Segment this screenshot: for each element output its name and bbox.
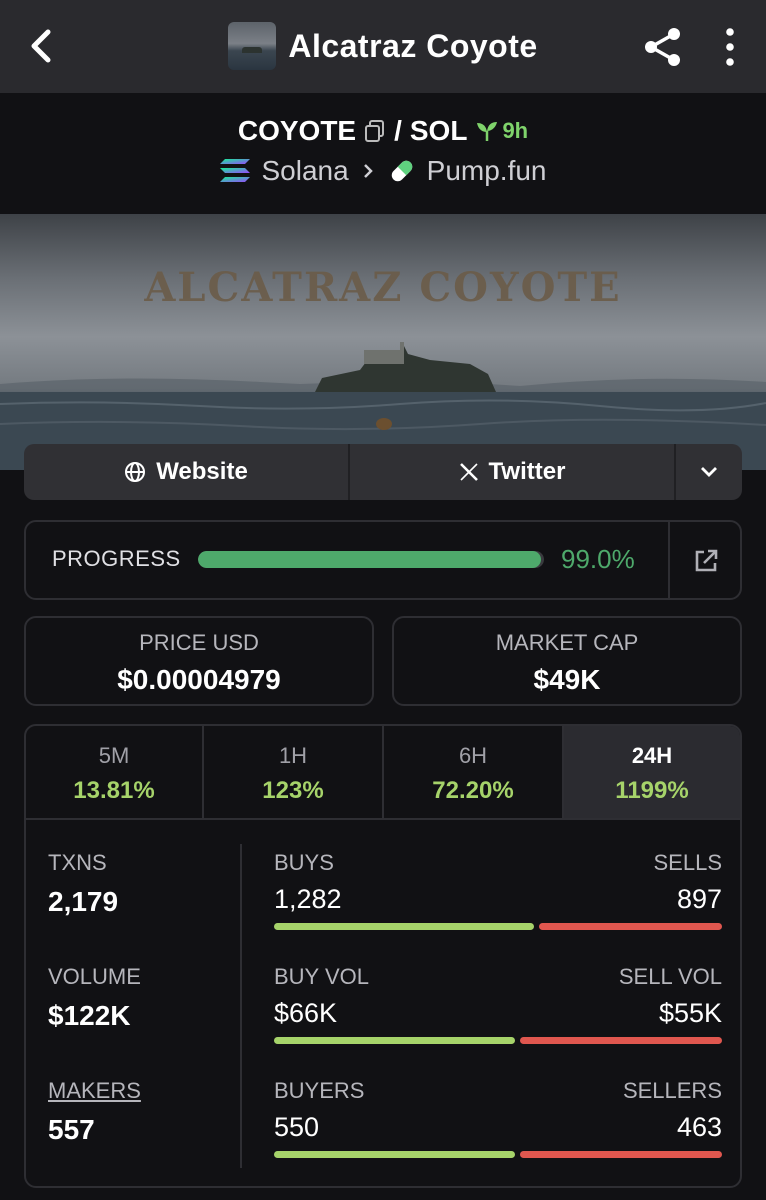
top-bar: Alcatraz Coyote xyxy=(0,0,766,93)
buy-vol-label: BUY VOL xyxy=(274,964,369,989)
dex-name[interactable]: Pump.fun xyxy=(427,155,547,187)
volume-split: BUY VOL SELL VOL $66K $55K xyxy=(274,964,722,1044)
buys-sells-split: BUYS SELLS 1,282 897 xyxy=(274,850,722,930)
price-change: 1199% xyxy=(615,777,689,804)
market-cap-label: MARKET CAP xyxy=(495,630,639,655)
buys-sells-bar xyxy=(274,923,722,930)
progress-value: 99.0% xyxy=(561,544,635,574)
pair-header: COYOTE / SOL 9h Solana Pump.fun xyxy=(0,93,766,214)
market-cap-card: MARKET CAP $49K xyxy=(392,616,742,706)
solana-icon xyxy=(220,159,251,182)
globe-icon xyxy=(125,462,146,482)
tab-label: 24H xyxy=(631,743,673,768)
progress-track xyxy=(198,551,544,568)
social-links: Website Twitter xyxy=(24,444,742,500)
sprout-icon xyxy=(477,122,498,141)
sell-bar xyxy=(520,1037,722,1044)
buys-value: 1,282 xyxy=(274,884,342,914)
makers-label[interactable]: MAKERS xyxy=(48,1078,141,1104)
pill-icon xyxy=(391,160,412,182)
makers-value: 557 xyxy=(48,1114,95,1145)
price-change: 72.20% xyxy=(432,777,514,804)
more-options-icon[interactable] xyxy=(722,26,738,68)
sell-vol-label: SELL VOL xyxy=(618,964,722,989)
volume-bar xyxy=(274,1037,722,1044)
buyers-value: 550 xyxy=(274,1112,320,1142)
price-label: PRICE USD xyxy=(139,630,259,655)
website-button[interactable]: Website xyxy=(24,444,350,500)
sells-value: 897 xyxy=(676,884,722,914)
external-link-icon[interactable] xyxy=(692,547,720,575)
buy-bar xyxy=(274,1037,516,1044)
market-cap-value: $49K xyxy=(533,664,601,695)
token-avatar xyxy=(228,22,277,70)
pair-separator: / xyxy=(394,115,402,146)
website-label: Website xyxy=(156,458,248,485)
share-icon[interactable] xyxy=(642,26,684,68)
sellers-value: 463 xyxy=(676,1112,722,1142)
tab-24h[interactable]: 24H 1199% xyxy=(564,726,740,818)
tab-label: 6H xyxy=(458,743,488,768)
bonding-progress: PROGRESS 99.0% xyxy=(24,520,742,600)
volume-metric: VOLUME $122K xyxy=(48,964,141,1032)
txns-value: 2,179 xyxy=(48,886,119,917)
quote-symbol: SOL xyxy=(409,115,468,146)
buyers-bar xyxy=(274,1151,722,1158)
twitter-button[interactable]: Twitter xyxy=(350,444,676,500)
pair-age: 9h xyxy=(475,118,528,144)
buy-bar xyxy=(274,1151,515,1158)
progress-label: PROGRESS xyxy=(52,546,181,571)
twitter-label: Twitter xyxy=(488,458,566,485)
sell-vol-value: $55K xyxy=(658,998,722,1028)
price-change: 13.81% xyxy=(73,777,155,804)
progress-fill xyxy=(198,551,541,568)
divider xyxy=(240,844,242,1168)
txns-label: TXNS xyxy=(48,850,107,875)
volume-label: VOLUME xyxy=(48,964,141,989)
chevron-right-icon xyxy=(363,164,373,178)
tab-5m[interactable]: 5M 13.81% xyxy=(26,726,204,818)
chain-breadcrumb: Solana Pump.fun xyxy=(0,153,766,189)
buyers-sellers-split: BUYERS SELLERS 550 463 xyxy=(274,1078,722,1158)
buy-bar xyxy=(274,923,535,930)
makers-metric[interactable]: MAKERS 557 xyxy=(48,1078,141,1146)
base-symbol: COYOTE xyxy=(237,115,357,146)
sell-bar xyxy=(519,1151,722,1158)
timeframe-tabs: 5M 13.81% 1H 123% 6H 72.20% 24H 1199% xyxy=(26,726,740,820)
price-card: PRICE USD $0.00004979 xyxy=(24,616,374,706)
price-change: 123% xyxy=(262,777,324,804)
tab-1h[interactable]: 1H 123% xyxy=(204,726,384,818)
price-value: $0.00004979 xyxy=(117,664,281,695)
divider xyxy=(668,522,670,598)
sellers-label: SELLERS xyxy=(622,1078,722,1103)
buy-vol-value: $66K xyxy=(274,998,338,1028)
volume-value: $122K xyxy=(48,1000,131,1031)
pair-row: COYOTE / SOL 9h xyxy=(0,113,766,149)
page-title: Alcatraz Coyote xyxy=(288,27,538,64)
sell-bar xyxy=(539,923,722,930)
buyers-label: BUYERS xyxy=(274,1078,365,1103)
tab-label: 5M xyxy=(98,743,130,768)
tab-6h[interactable]: 6H 72.20% xyxy=(384,726,564,818)
chevron-down-icon xyxy=(701,467,717,477)
token-banner: ALCATRAZ COYOTE xyxy=(0,214,766,470)
transactions-card: 5M 13.81% 1H 123% 6H 72.20% 24H 1199% TX… xyxy=(24,724,742,1188)
island-image xyxy=(0,342,766,470)
sells-label: SELLS xyxy=(653,850,723,875)
copy-icon[interactable] xyxy=(364,119,386,143)
pair-age-text: 9h xyxy=(502,118,529,143)
x-logo-icon xyxy=(459,463,478,481)
tab-label: 1H xyxy=(278,743,308,768)
more-links-button[interactable] xyxy=(676,444,742,500)
txns-metric: TXNS 2,179 xyxy=(48,850,118,918)
chain-name[interactable]: Solana xyxy=(261,155,348,187)
buys-label: BUYS xyxy=(274,850,334,875)
